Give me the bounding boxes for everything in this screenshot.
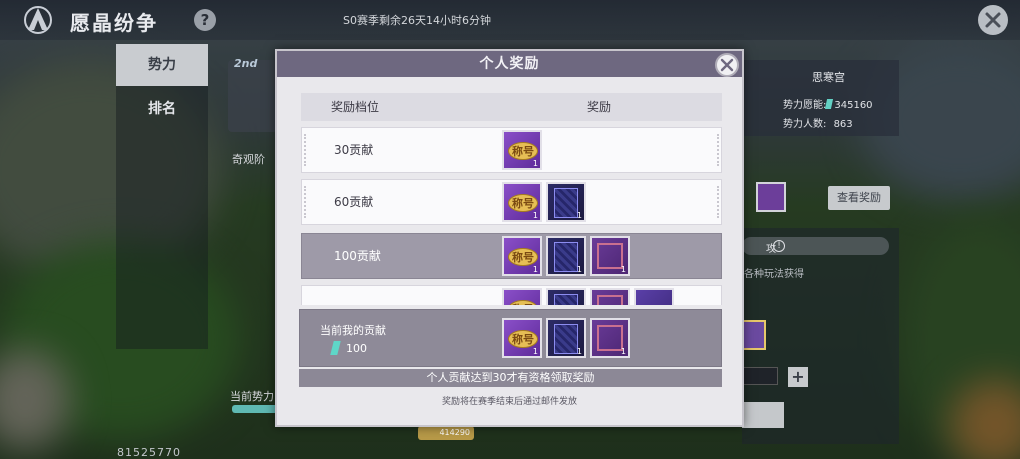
dialog-title: 个人奖励: [479, 56, 540, 72]
tab-ranking[interactable]: 排名: [116, 88, 208, 130]
row-edge-decoration: [304, 134, 306, 166]
special-reward-item[interactable]: [634, 288, 674, 305]
wonder-stage-label: 奇观阶: [232, 153, 265, 166]
reward-preview: [742, 182, 786, 212]
season-timer: S0赛季剩余26天14小时6分钟: [343, 14, 491, 27]
plus-icon[interactable]: +: [788, 367, 808, 387]
contribution-hint: 各种玩法获得: [744, 269, 804, 280]
item-quantity: 1: [620, 265, 626, 274]
column-header-tier: 奖励档位: [331, 100, 380, 114]
faction-members-value: 863: [833, 119, 853, 130]
row-edge-decoration: [717, 186, 719, 218]
item-quantity: 1: [532, 265, 538, 274]
info-icon[interactable]: !: [773, 240, 785, 252]
title-reward-item[interactable]: 称号 1: [502, 182, 542, 222]
amount-input[interactable]: [742, 367, 778, 385]
table-header: 奖励档位 奖励: [301, 93, 722, 121]
table-row: 称号: [301, 285, 722, 305]
crystal-icon: [825, 99, 834, 109]
reward-preview-item: [756, 182, 786, 212]
current-faction-label: 当前势力: [230, 390, 274, 403]
column-header-reward: 奖励: [587, 100, 612, 114]
reward-tier-list[interactable]: 30贡献 称号 1 60贡献 称号 1 1 100贡献 称号 1 1 1: [301, 127, 722, 305]
contribution-strip: [742, 237, 889, 255]
donate-button[interactable]: [742, 402, 784, 428]
tier-label: 60贡献: [334, 195, 374, 209]
table-row: 60贡献 称号 1 1: [301, 179, 722, 225]
eligibility-notice: 个人贡献达到30才有资格领取奖励: [299, 369, 722, 387]
help-button[interactable]: ?: [194, 9, 216, 31]
faction-members-row: 势力人数: 863: [783, 115, 853, 130]
chat-bubble-reward-item[interactable]: 1: [590, 236, 630, 276]
item-quantity: 1: [532, 159, 538, 168]
contribution-item: [742, 320, 766, 350]
personal-reward-dialog: 个人奖励 奖励档位 奖励 30贡献 称号 1 60贡献 称号 1 1 100贡献…: [275, 49, 744, 427]
faction-crystal-label: 势力愿能:: [783, 100, 827, 111]
crystal-icon: [330, 341, 341, 355]
current-contribution-value: 100: [346, 342, 367, 355]
faction-crystal-value: 345160: [834, 100, 873, 111]
title-reward-item[interactable]: 称号: [502, 288, 542, 305]
faction-crystal-row: 势力愿能: 345160: [783, 96, 873, 111]
chat-bubble-reward-item[interactable]: 1: [590, 318, 630, 358]
coin-value: 414290: [418, 426, 474, 440]
avatar-frame-reward-item[interactable]: 1: [546, 236, 586, 276]
frame-icon: [554, 324, 578, 354]
bottom-number: 81525770: [117, 446, 181, 459]
table-row: 30贡献 称号 1: [301, 127, 722, 173]
tab-faction[interactable]: 势力: [116, 44, 208, 86]
bubble-icon: [597, 325, 623, 351]
item-quantity: 1: [620, 347, 626, 356]
current-faction-progress-bar: [232, 405, 278, 413]
faction-emblem-panel: [228, 60, 278, 132]
item-quantity: 1: [532, 347, 538, 356]
title-badge: 称号: [508, 248, 538, 266]
avatar-frame-reward-item[interactable]: 1: [546, 318, 586, 358]
faction-name: 思寒宫: [812, 71, 845, 84]
view-reward-button[interactable]: 查看奖励: [828, 186, 890, 210]
item-quantity: 1: [576, 211, 582, 220]
bubble-icon: [597, 243, 623, 269]
bubble-icon: [597, 295, 623, 305]
top-bar: 愿晶纷争 ? S0赛季剩余26天14小时6分钟: [0, 0, 1020, 40]
title-badge: 称号: [508, 142, 538, 160]
rank-tag: 2nd: [234, 57, 258, 70]
row-edge-decoration: [304, 186, 306, 218]
tier-label: 30贡献: [334, 143, 374, 157]
current-contribution-box: 当前我的贡献 100 称号 1 1 1: [299, 309, 722, 367]
frame-icon: [554, 188, 578, 218]
title-reward-item[interactable]: 称号 1: [502, 130, 542, 170]
title-badge: 称号: [508, 194, 538, 212]
table-row: 100贡献 称号 1 1 1: [301, 233, 722, 279]
item-quantity: 1: [576, 347, 582, 356]
row-edge-decoration: [717, 134, 719, 166]
avatar-frame-reward-item[interactable]: [546, 288, 586, 305]
title-reward-item[interactable]: 称号 1: [502, 236, 542, 276]
frame-icon: [554, 242, 578, 272]
title-reward-item[interactable]: 称号 1: [502, 318, 542, 358]
app-title: 愿晶纷争: [70, 11, 158, 35]
logo-icon: [20, 4, 56, 36]
faction-members-label: 势力人数:: [783, 119, 827, 130]
tier-label: 100贡献: [334, 249, 381, 263]
title-badge: 称号: [508, 300, 538, 305]
close-icon[interactable]: [715, 53, 739, 77]
avatar-frame-reward-item[interactable]: 1: [546, 182, 586, 222]
item-quantity: 1: [532, 211, 538, 220]
dialog-header: 个人奖励: [277, 51, 742, 77]
current-contribution-label: 当前我的贡献: [320, 324, 386, 337]
close-icon[interactable]: [978, 5, 1008, 35]
title-badge: 称号: [508, 330, 538, 348]
item-quantity: 1: [576, 265, 582, 274]
side-tab-bar: 势力 排名: [116, 44, 208, 349]
mail-footnote: 奖励将在赛季结束后通过邮件发放: [441, 397, 577, 407]
chat-bubble-reward-item[interactable]: [590, 288, 630, 305]
frame-icon: [554, 294, 578, 305]
